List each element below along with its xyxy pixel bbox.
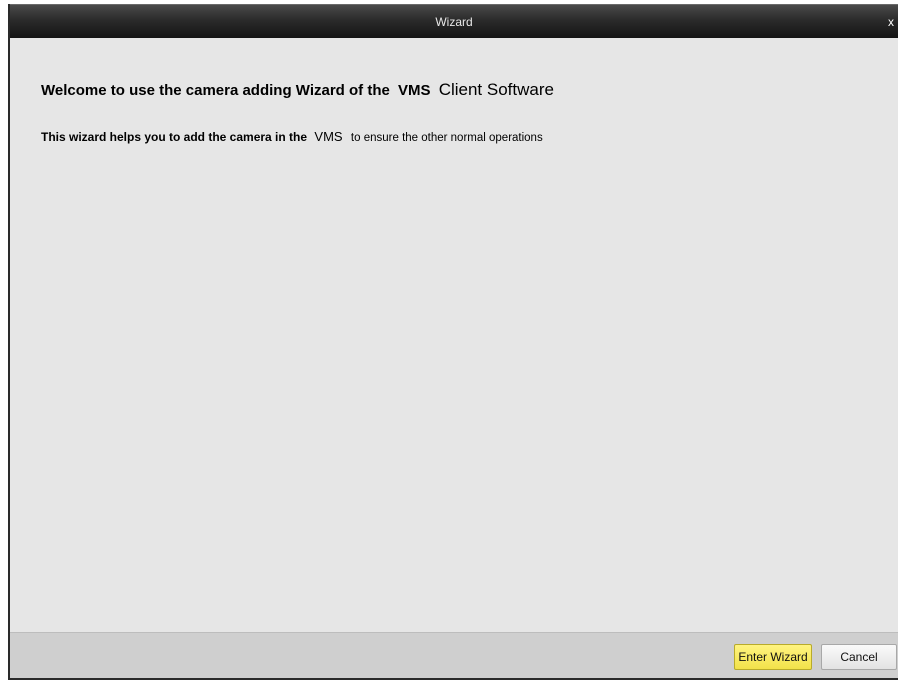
welcome-heading: Welcome to use the camera adding Wizard …	[41, 80, 554, 100]
button-bar: Enter Wizard Cancel	[10, 632, 898, 678]
description-prefix: This wizard helps you to add the camera …	[41, 130, 308, 144]
heading-prefix: Welcome to use the camera adding Wizard …	[41, 82, 390, 99]
wizard-description: This wizard helps you to add the camera …	[41, 129, 543, 144]
cancel-button[interactable]: Cancel	[821, 644, 897, 670]
description-suffix: to ensure the other normal operations	[350, 132, 543, 144]
close-button[interactable]: x	[888, 15, 898, 29]
heading-product: Client Software	[438, 80, 554, 99]
description-vms: VMS	[314, 129, 343, 144]
title-bar[interactable]: Wizard x	[10, 4, 898, 38]
enter-wizard-button[interactable]: Enter Wizard	[734, 644, 812, 670]
heading-vms: VMS	[398, 82, 431, 99]
screen: Wizard x Welcome to use the camera addin…	[0, 0, 898, 680]
window-title: Wizard	[435, 15, 473, 29]
wizard-content: Welcome to use the camera adding Wizard …	[10, 38, 898, 634]
wizard-dialog: Wizard x Welcome to use the camera addin…	[8, 4, 898, 680]
